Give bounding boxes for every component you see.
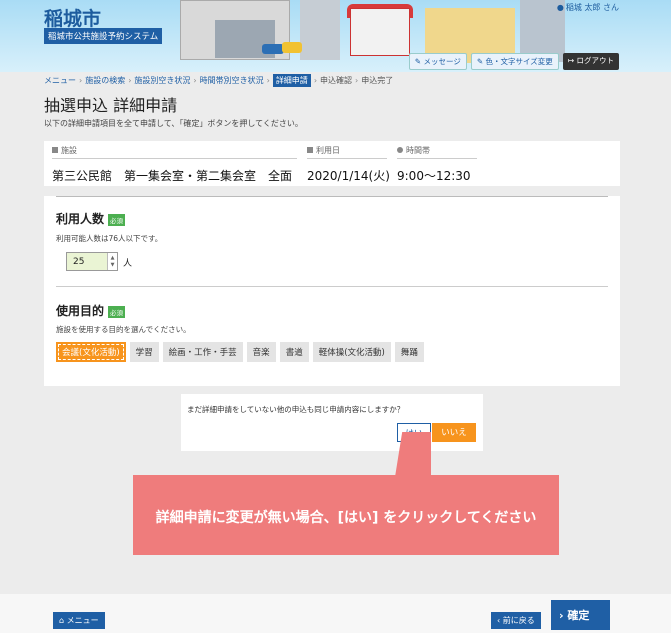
chevron-right-icon: › [355, 76, 359, 85]
date-label-text: 利用日 [316, 146, 340, 155]
car-illustration [262, 44, 284, 54]
dialog-question: まだ詳細申請をしていない他の申込も同じ申請内容にしますか？ [187, 405, 405, 414]
chevron-right-icon: › [79, 76, 83, 85]
home-icon: ⌂ [59, 616, 65, 625]
user-icon: ● [556, 3, 564, 12]
breadcrumb-search[interactable]: 施設の検索 [85, 75, 125, 86]
chevron-right-icon: › [313, 76, 318, 85]
logout-label: ログアウト [576, 56, 615, 65]
stepper-arrows[interactable]: ▲ ▼ [107, 253, 117, 270]
chevron-up-icon[interactable]: ▲ [111, 255, 115, 262]
purpose-options: 会議(文化活動) 学習 絵画・工作・手芸 音楽 書道 軽体操(文化活動) 舞踊 [56, 342, 424, 362]
purpose-option-exercise[interactable]: 軽体操(文化活動) [312, 342, 391, 362]
school-illustration [350, 8, 410, 56]
message-button-label: メッセージ [423, 57, 461, 66]
header-buttons: ✎ メッセージ ✎ 色・文字サイズ変更 ↦ ログアウト [408, 53, 619, 70]
chevron-right-icon: › [128, 76, 132, 85]
facility-label: 施設 [52, 145, 297, 159]
purpose-option-calligraphy[interactable]: 書道 [279, 342, 309, 362]
purpose-option-music[interactable]: 音楽 [246, 342, 276, 362]
breadcrumb-facility-availability[interactable]: 施設別空き状況 [134, 75, 190, 86]
menu-button-label: メニュー [66, 616, 99, 625]
date-column: 利用日 2020/1/14(火) [307, 145, 390, 184]
date-label: 利用日 [307, 145, 387, 159]
callout-message: 詳細申請に変更が無い場合、[はい] をクリックしてください [155, 510, 537, 526]
footer: ⌂ メニュー ‹ 前に戻る › 確定 [0, 594, 671, 633]
confirm-button-label: 確定 [567, 609, 590, 622]
header: 稲城市 稲城市公共施設予約システム ● 稲城 太郎 さん ✎ メッセージ ✎ 色・… [0, 0, 671, 72]
facility-column: 施設 第三公民館 第一集会室・第二集会室 全面 [52, 145, 297, 184]
chevron-right-icon: › [559, 609, 564, 622]
logout-button[interactable]: ↦ ログアウト [562, 53, 619, 70]
message-button[interactable]: ✎ メッセージ [408, 53, 467, 70]
chevron-down-icon[interactable]: ▼ [111, 262, 115, 269]
breadcrumb-confirm: 申込確認 [320, 76, 353, 85]
detail-form: 利用人数 必須 利用可能人数は76人以下です。 25 ▲ ▼ 人 使用目的 必須 施設… [44, 196, 620, 386]
instruction-callout: 詳細申請に変更が無い場合、[はい] をクリックしてください [133, 475, 559, 555]
purpose-hint: 施設を使用する目的を選んでください。 [56, 325, 191, 334]
divider [56, 286, 608, 287]
back-button-label: 前に戻る [502, 616, 535, 625]
apply-to-others-dialog: まだ詳細申請をしていない他の申込も同じ申請内容にしますか？ はい いいえ [181, 394, 483, 451]
divider [56, 196, 608, 197]
calendar-icon [307, 147, 313, 153]
people-label-text: 利用人数 [56, 212, 105, 226]
no-button[interactable]: いいえ [432, 423, 476, 442]
user-name: 稲城 太郎 さん [565, 3, 619, 12]
system-name: 稲城市公共施設予約システム [44, 28, 163, 44]
chevron-right-icon: › [266, 76, 270, 85]
time-label: 時間帯 [397, 145, 477, 159]
reservation-info: 施設 第三公民館 第一集会室・第二集会室 全面 利用日 2020/1/14(火)… [44, 141, 620, 186]
page-description: 以下の詳細申請項目を全て申請して、「確定」ボタンを押してください。 [44, 119, 303, 128]
required-badge: 必須 [108, 213, 126, 226]
time-column: 時間帯 9:00～12:30 [397, 145, 477, 184]
chevron-right-icon: › [193, 76, 197, 85]
text-size-button[interactable]: ✎ 色・文字サイズ変更 [470, 53, 559, 70]
time-value: 9:00～12:30 [397, 169, 471, 183]
date-value: 2020/1/14(火) [307, 169, 390, 183]
page-title: 抽選申込 詳細申請 [44, 96, 178, 115]
breadcrumb-time-availability[interactable]: 時間帯別空き状況 [200, 75, 264, 86]
back-button[interactable]: ‹ 前に戻る [491, 612, 541, 629]
clock-icon [397, 147, 403, 153]
breadcrumb-menu[interactable]: メニュー [44, 75, 76, 86]
text-size-label: 色・文字サイズ変更 [485, 57, 553, 66]
required-badge: 必須 [108, 305, 126, 318]
chevron-left-icon: ‹ [497, 616, 501, 625]
logout-icon: ↦ [567, 56, 575, 65]
breadcrumb-complete: 申込完了 [361, 76, 394, 85]
purpose-option-meeting[interactable]: 会議(文化活動) [56, 342, 126, 362]
purpose-option-dance[interactable]: 舞踊 [394, 342, 424, 362]
building-illustration [300, 0, 340, 60]
confirm-button[interactable]: › 確定 [551, 600, 610, 630]
speech-icon: ✎ [414, 57, 422, 66]
purpose-option-art[interactable]: 絵画・工作・手芸 [162, 342, 243, 362]
purpose-label-text: 使用目的 [56, 304, 105, 318]
people-count-input[interactable]: 25 [67, 253, 107, 270]
pencil-icon: ✎ [476, 57, 484, 66]
facility-label-text: 施設 [61, 146, 77, 155]
user-info: ● 稲城 太郎 さん [557, 2, 619, 13]
car-illustration [282, 42, 302, 53]
people-count-stepper[interactable]: 25 ▲ ▼ [66, 252, 118, 271]
facility-value: 第三公民館 第一集会室・第二集会室 全面 [52, 169, 293, 183]
people-label: 利用人数 必須 [56, 210, 126, 227]
people-unit: 人 [123, 259, 133, 269]
menu-button[interactable]: ⌂ メニュー [53, 612, 105, 629]
city-logo[interactable]: 稲城市 [44, 4, 101, 31]
people-hint: 利用可能人数は76人以下です。 [56, 234, 163, 243]
breadcrumb: メニュー › 施設の検索 › 施設別空き状況 › 時間帯別空き状況 › 詳細申請 › 申込… [44, 74, 393, 87]
time-label-text: 時間帯 [406, 146, 430, 155]
breadcrumb-current: 詳細申請 [272, 74, 311, 87]
building-icon [52, 147, 58, 153]
purpose-label: 使用目的 必須 [56, 302, 126, 319]
purpose-option-study[interactable]: 学習 [129, 342, 159, 362]
